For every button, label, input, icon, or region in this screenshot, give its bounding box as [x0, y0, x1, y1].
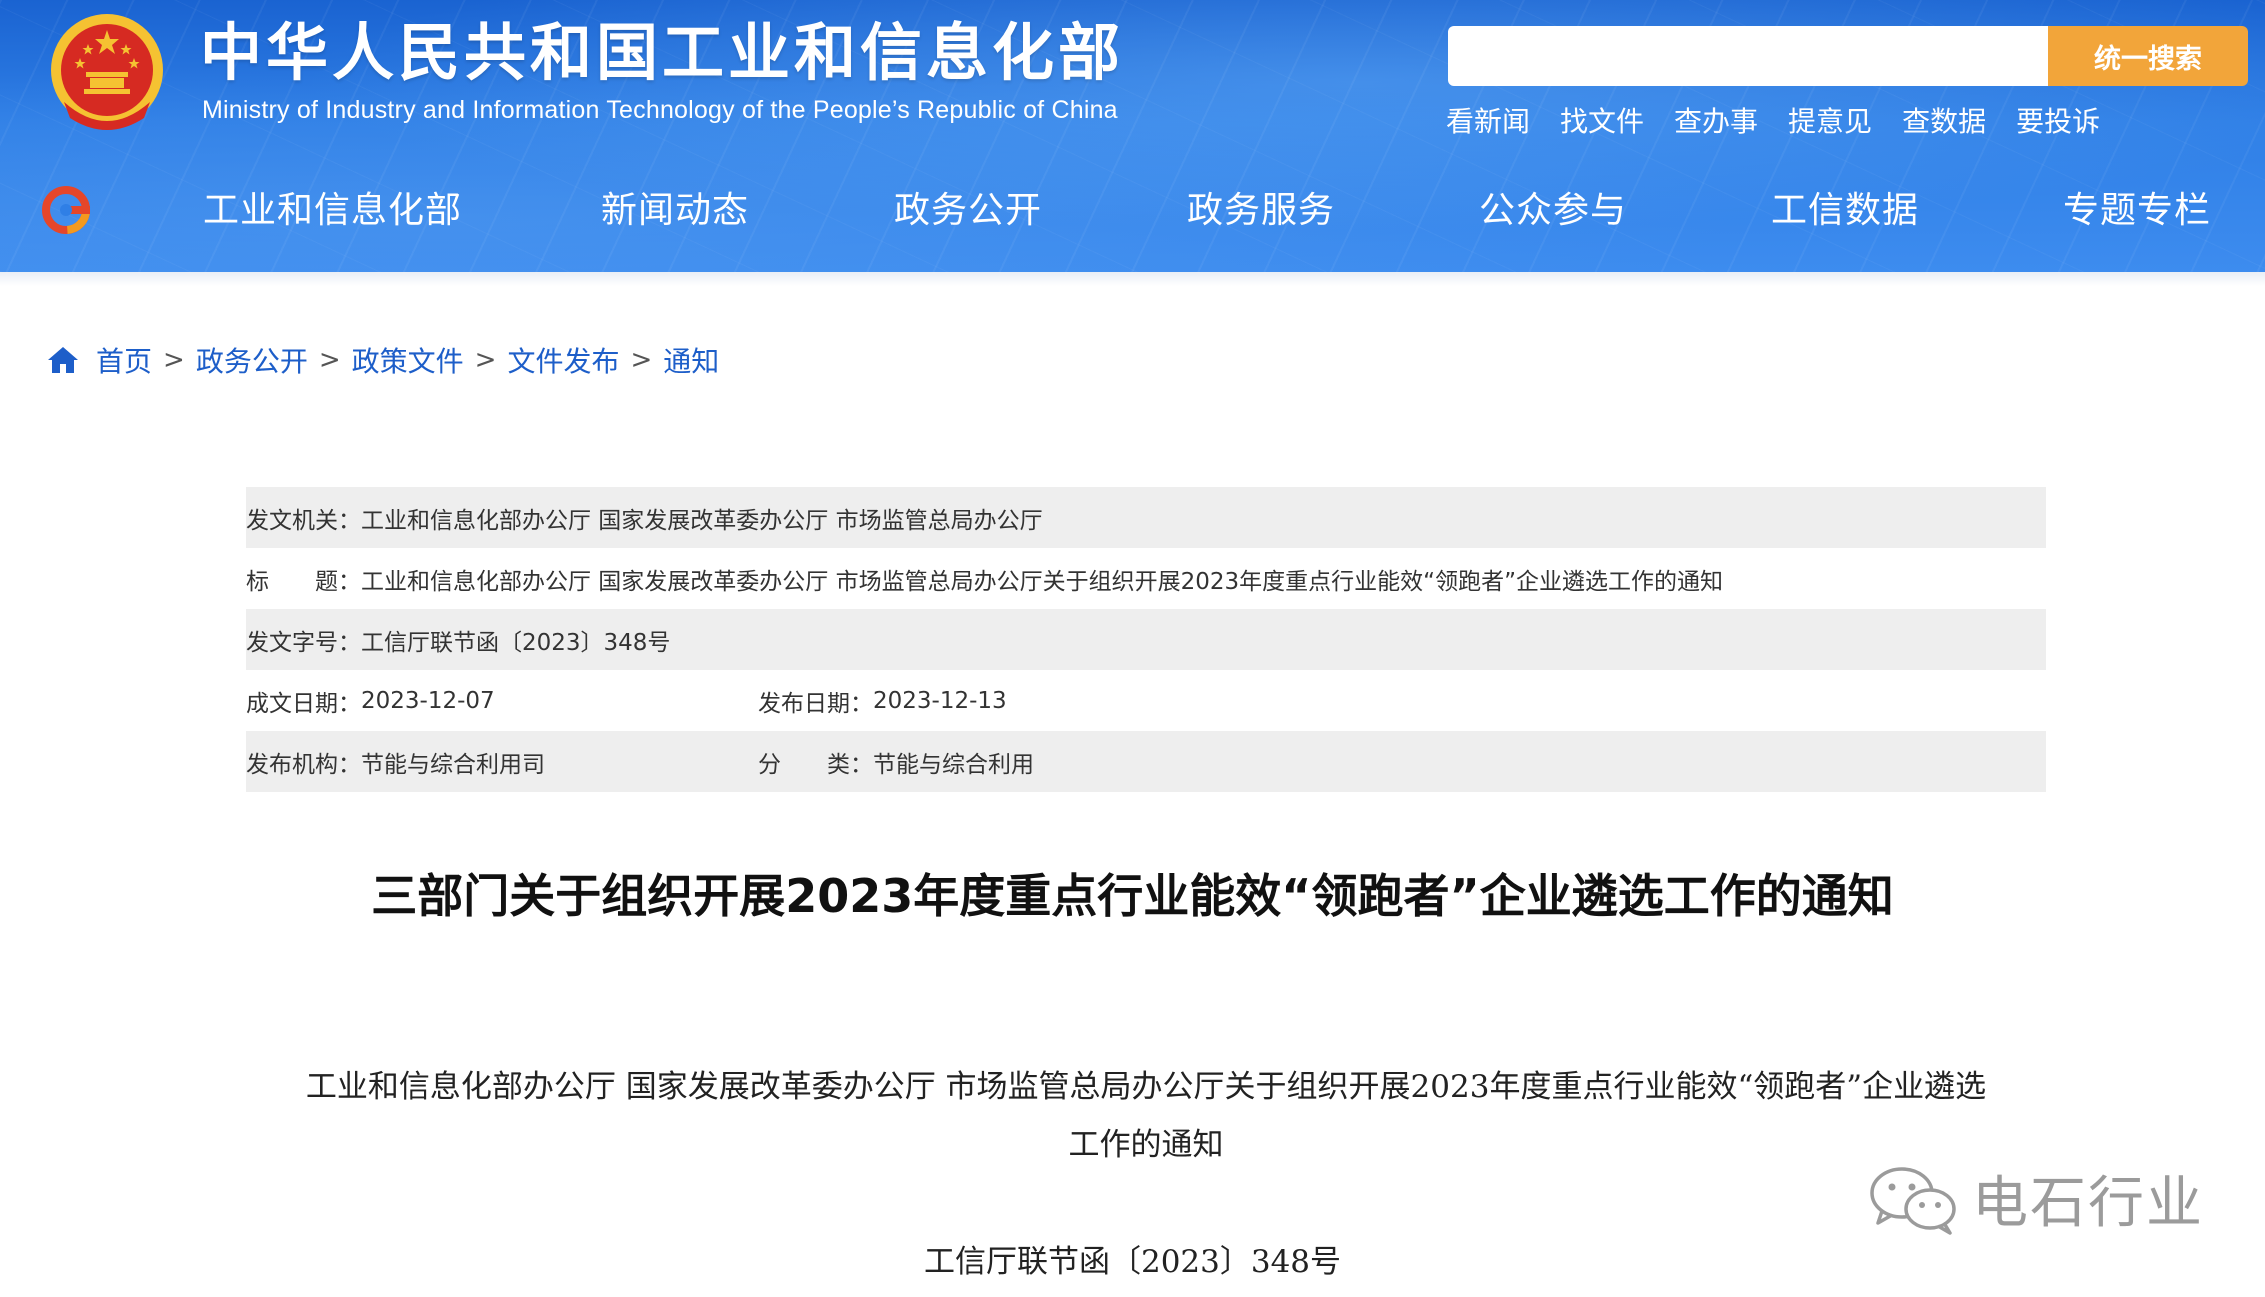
- category-cell: 分 类： 节能与综合利用: [758, 745, 1034, 779]
- home-icon[interactable]: [46, 345, 80, 375]
- site-header: 中华人民共和国工业和信息化部 Ministry of Industry and …: [0, 0, 2265, 272]
- nav-government-affairs[interactable]: 政务公开: [894, 180, 1042, 242]
- publish-date-value: 2023-12-13: [873, 687, 1007, 714]
- nav-miit[interactable]: 工业和信息化部: [203, 180, 462, 242]
- breadcrumb-separator: >: [474, 345, 497, 375]
- org-cell: 发布机构： 节能与综合利用司: [246, 745, 758, 779]
- breadcrumb-document-release[interactable]: 文件发布: [507, 340, 619, 380]
- issuer-value: 工业和信息化部办公厅 国家发展改革委办公厅 市场监管总局办公厅: [361, 507, 1043, 534]
- org-value: 节能与综合利用司: [361, 751, 545, 778]
- written-date-value: 2023-12-07: [361, 687, 495, 714]
- nav-special-topics[interactable]: 专题专栏: [2063, 180, 2211, 242]
- breadcrumb-separator: >: [318, 345, 341, 375]
- site-subtitle-en: Ministry of Industry and Information Tec…: [202, 96, 1118, 124]
- doc-no-label: 发文字号：: [246, 629, 361, 656]
- category-label: 分 类：: [758, 751, 873, 778]
- watermark: 电石行业: [1868, 1158, 2204, 1239]
- nav-news[interactable]: 新闻动态: [601, 180, 749, 242]
- publish-date-cell: 发布日期： 2023-12-13: [758, 684, 1007, 718]
- issuer-label: 发文机关：: [246, 507, 361, 534]
- info-row-dates: 成文日期： 2023-12-07 发布日期： 2023-12-13: [246, 670, 2046, 731]
- site-title[interactable]: 中华人民共和国工业和信息化部: [200, 18, 1124, 88]
- breadcrumb: 首页 > 政务公开 > 政策文件 > 文件发布 > 通知: [46, 338, 719, 382]
- info-row-doc-no: 发文字号： 工信厅联节函〔2023〕348号: [246, 609, 2046, 670]
- org-label: 发布机构：: [246, 751, 361, 778]
- breadcrumb-policy-documents[interactable]: 政策文件: [352, 340, 464, 380]
- doc-no-value: 工信厅联节函〔2023〕348号: [361, 629, 671, 656]
- document-number: 工信厅联节函〔2023〕348号: [923, 1244, 1342, 1280]
- document-info-table: 发文机关： 工业和信息化部办公厅 国家发展改革委办公厅 市场监管总局办公厅 标 …: [246, 487, 2046, 792]
- nav-services[interactable]: 政务服务: [1187, 180, 1335, 242]
- written-date-label: 成文日期：: [246, 690, 361, 717]
- quicklink-data[interactable]: 查数据: [1902, 100, 1986, 140]
- breadcrumb-separator: >: [163, 345, 185, 375]
- quicklink-feedback[interactable]: 提意见: [1788, 100, 1872, 140]
- search-input[interactable]: [1448, 26, 2048, 86]
- quicklink-documents[interactable]: 找文件: [1560, 100, 1644, 140]
- unified-search-button[interactable]: 统一搜索: [2048, 26, 2248, 86]
- info-row-org: 发布机构： 节能与综合利用司 分 类： 节能与综合利用: [246, 731, 2046, 792]
- document-title: 工业和信息化部办公厅 国家发展改革委办公厅 市场监管总局办公厅关于组织开展202…: [246, 1058, 2046, 1174]
- quicklink-complaint[interactable]: 要投诉: [2016, 100, 2100, 140]
- quicklink-news[interactable]: 看新闻: [1446, 100, 1530, 140]
- breadcrumb-separator: >: [630, 345, 653, 375]
- subject-value: 工业和信息化部办公厅 国家发展改革委办公厅 市场监管总局办公厅关于组织开展202…: [361, 568, 1723, 595]
- breadcrumb-government-affairs[interactable]: 政务公开: [196, 340, 308, 380]
- watermark-text: 电石行业: [1972, 1171, 2204, 1236]
- subject-label: 标 题：: [246, 568, 361, 595]
- nav-public-participation[interactable]: 公众参与: [1479, 180, 1627, 242]
- wechat-icon: [1870, 1166, 1956, 1235]
- quicklinks: 看新闻 找文件 查办事 提意见 查数据 要投诉: [1446, 100, 2100, 140]
- publish-date-label: 发布日期：: [758, 690, 873, 717]
- document-title-line-2: 工作的通知: [1068, 1127, 1224, 1163]
- quicklink-services[interactable]: 查办事: [1674, 100, 1758, 140]
- main-nav: 工业和信息化部 新闻动态 政务公开 政务服务 公众参与 工信数据 专题专栏: [0, 180, 2265, 242]
- info-row-issuer: 发文机关： 工业和信息化部办公厅 国家发展改革委办公厅 市场监管总局办公厅: [246, 487, 2046, 548]
- document-title-line-1: 工业和信息化部办公厅 国家发展改革委办公厅 市场监管总局办公厅关于组织开展202…: [305, 1069, 1987, 1105]
- category-value: 节能与综合利用: [873, 751, 1034, 778]
- written-date-cell: 成文日期： 2023-12-07: [246, 684, 758, 718]
- article-title: 三部门关于组织开展2023年度重点行业能效“领跑者”企业遴选工作的通知: [371, 869, 1894, 923]
- national-emblem-icon[interactable]: [44, 10, 170, 136]
- breadcrumb-notice[interactable]: 通知: [663, 340, 719, 380]
- breadcrumb-home[interactable]: 首页: [96, 340, 152, 380]
- info-row-subject: 标 题： 工业和信息化部办公厅 国家发展改革委办公厅 市场监管总局办公厅关于组织…: [246, 548, 2046, 609]
- header-divider: [0, 272, 2265, 286]
- nav-data[interactable]: 工信数据: [1771, 180, 1919, 242]
